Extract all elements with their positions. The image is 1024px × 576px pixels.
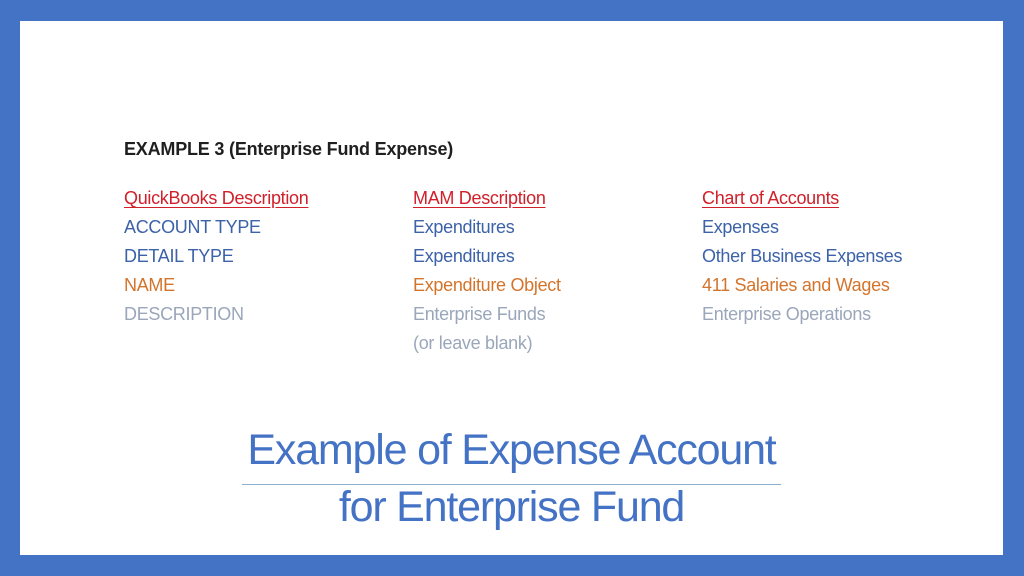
row-account-type: Expenses [702,217,779,237]
column-header: QuickBooks Description [124,188,309,208]
column-quickbooks: QuickBooks Description ACCOUNT TYPE DETA… [124,184,309,329]
row-description: Enterprise Operations [702,304,871,324]
row-account-type: Expenditures [413,217,515,237]
column-chart-of-accounts: Chart of Accounts Expenses Other Busines… [702,184,903,329]
slide-title-line-2: for Enterprise Fund [338,483,685,531]
row-detail-type: Expenditures [413,246,515,266]
row-detail-type: DETAIL TYPE [124,246,234,266]
row-name: Expenditure Object [413,275,561,295]
row-description: Enterprise Funds [413,304,546,324]
column-mam: MAM Description Expenditures Expenditure… [413,184,561,358]
column-header: Chart of Accounts [702,188,839,208]
slide-title-line-1: Example of Expense Account [247,426,776,474]
row-account-type: ACCOUNT TYPE [124,217,261,237]
example-heading: EXAMPLE 3 (Enterprise Fund Expense) [124,139,454,159]
row-description: DESCRIPTION [124,304,244,324]
row-detail-type: Other Business Expenses [702,246,903,266]
slide: EXAMPLE 3 (Enterprise Fund Expense) Quic… [20,21,1003,555]
column-header: MAM Description [413,188,546,208]
row-name: NAME [124,275,175,295]
row-description-note: (or leave blank) [413,333,533,353]
row-name: 411 Salaries and Wages [702,275,890,295]
